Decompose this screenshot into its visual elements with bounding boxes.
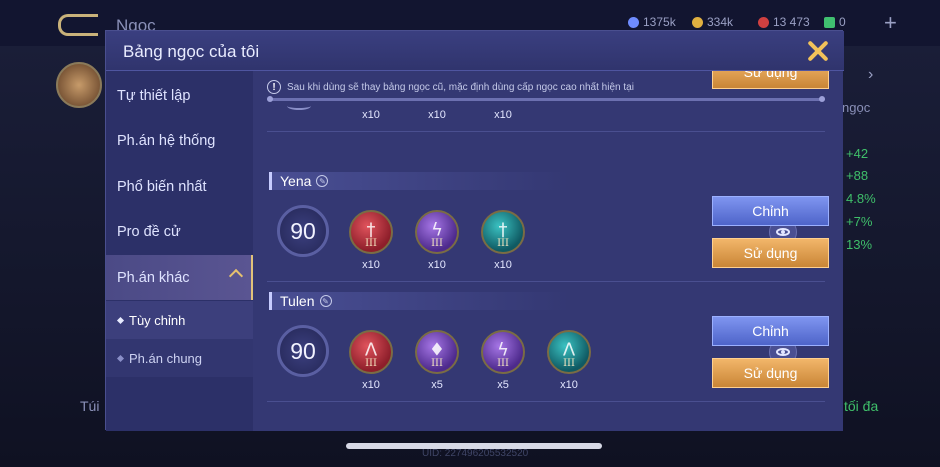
side-label: ngọc (842, 100, 871, 115)
close-icon[interactable] (806, 39, 830, 63)
back-icon[interactable] (58, 14, 98, 36)
menu-item-pro-recommended[interactable]: Pro đề cử (106, 209, 253, 254)
gold-coin-icon (692, 16, 703, 28)
row-divider (267, 401, 825, 402)
teal-claw-gem-icon[interactable]: Λ III (547, 330, 591, 374)
menu-item-other-plans[interactable]: Ph.án khác (106, 255, 253, 300)
menu-item-most-popular[interactable]: Phổ biến nhất (106, 164, 253, 209)
resource-gold: 334k (692, 15, 733, 29)
modal-header: Bảng ngọc của tôi (106, 31, 844, 71)
row-divider (267, 131, 825, 132)
edit-button[interactable]: Chỉnh (712, 196, 829, 226)
stat-value: +7% (846, 214, 873, 229)
stat-value: 13% (846, 237, 873, 252)
chevron-up-icon (228, 268, 244, 284)
gem-count: x10 (362, 259, 380, 271)
resource-diamonds: 1375k (628, 15, 676, 29)
resource-red: 13 473 (758, 15, 810, 29)
notice: ! Sau khi dùng sẽ thay bảng ngọc cũ, mặc… (267, 77, 634, 97)
add-icon[interactable]: + (884, 10, 897, 36)
gem-count: x10 (494, 109, 512, 121)
edit-button[interactable]: Chỉnh (712, 316, 829, 346)
teal-sword-gem-icon[interactable]: † III (481, 210, 525, 254)
bullet-icon (116, 354, 125, 362)
menu-item-system-plans[interactable]: Ph.án hệ thống (106, 118, 253, 163)
loadout-name[interactable]: Tulen ✎ (269, 292, 569, 310)
gem-count: x10 (560, 379, 578, 391)
gem-count: x10 (494, 259, 512, 271)
rune-level: 90 (277, 205, 329, 257)
red-sword-gem-icon[interactable]: † III (349, 210, 393, 254)
voucher-icon (824, 16, 835, 28)
gem-count: x10 (362, 109, 380, 121)
pencil-icon[interactable]: ✎ (319, 295, 332, 307)
max-label: tối đa (844, 398, 879, 414)
submenu-item-custom[interactable]: Tùy chỉnh (106, 301, 253, 339)
warning-icon: ! (267, 80, 281, 94)
uid-text: UID: 227496205532520 (422, 448, 529, 459)
use-button-partial[interactable]: Sử dụng (712, 71, 829, 89)
gem-count: x10 (362, 379, 380, 391)
chevron-down-icon (287, 102, 311, 110)
bullet-icon (116, 316, 125, 324)
pencil-icon[interactable]: ✎ (316, 175, 329, 187)
diamond-icon (628, 16, 639, 28)
home-indicator[interactable] (346, 443, 602, 449)
notice-divider (267, 96, 825, 102)
gem-count: x5 (497, 379, 509, 391)
use-button[interactable]: Sử dụng (712, 358, 829, 388)
hero-avatar (56, 62, 102, 108)
gem-count: x10 (428, 109, 446, 121)
gem-count: x10 (428, 259, 446, 271)
menu-item-custom-setup[interactable]: Tự thiết lập (106, 73, 253, 118)
bag-label: Túi (80, 398, 100, 414)
side-menu: Tự thiết lập Ph.án hệ thống Phổ biến nhấ… (106, 71, 253, 431)
stat-value: 4.8% (846, 191, 876, 206)
purple-bolt-gem-icon[interactable]: ϟ III (481, 330, 525, 374)
submenu-item-shared-plans[interactable]: Ph.án chung (106, 339, 253, 377)
resource-voucher: 0 (824, 15, 846, 29)
rune-level: 90 (277, 325, 329, 377)
use-button[interactable]: Sử dụng (712, 238, 829, 268)
loadout-name[interactable]: Yena ✎ (269, 172, 569, 190)
gem-count: x5 (431, 379, 443, 391)
chevron-right-icon: › (868, 66, 874, 83)
loadout-list[interactable]: ! Sau khi dùng sẽ thay bảng ngọc cũ, mặc… (253, 71, 843, 431)
modal-title: Bảng ngọc của tôi (123, 42, 260, 61)
stat-value: +42 (846, 146, 869, 161)
purple-bolt-gem-icon[interactable]: ϟ III (415, 210, 459, 254)
rune-board-modal: Bảng ngọc của tôi Tự thiết lập Ph.án hệ … (105, 30, 844, 431)
red-gem-icon (758, 16, 769, 28)
red-claw-gem-icon[interactable]: Λ III (349, 330, 393, 374)
row-divider (267, 281, 825, 282)
stat-value: +88 (846, 168, 869, 183)
purple-drop-gem-icon[interactable]: ♦ III (415, 330, 459, 374)
